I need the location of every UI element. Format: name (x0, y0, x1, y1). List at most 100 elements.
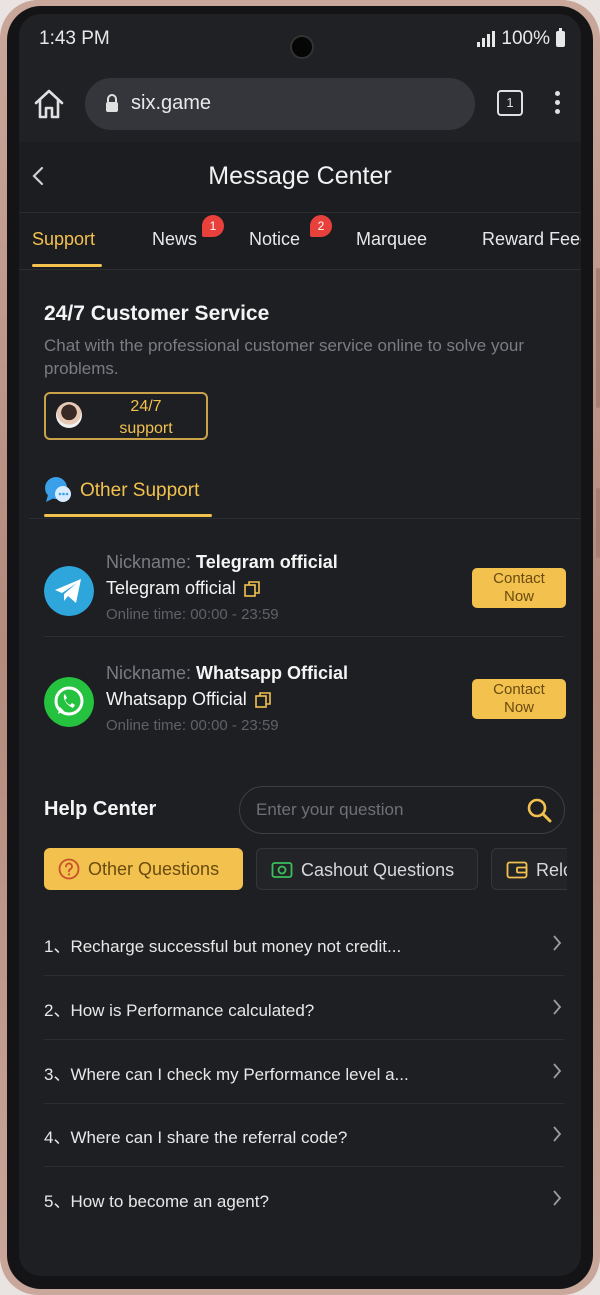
wallet-icon (506, 861, 528, 879)
category-relc[interactable]: Relc (491, 848, 567, 890)
online-time: Online time: 00:00 - 23:59 (106, 606, 279, 623)
telegram-icon (44, 566, 94, 616)
whatsapp-icon (44, 677, 94, 727)
chat-bubble-icon (45, 477, 71, 502)
notice-badge: 2 (310, 215, 332, 237)
online-time: Online time: 00:00 - 23:59 (106, 717, 279, 734)
contact-name: Telegram official (106, 578, 260, 599)
faq-question: 3、Where can I check my Performance level… (44, 1065, 409, 1084)
home-icon[interactable] (31, 86, 67, 122)
screen: 1:43 PM 100% six.game 1 Message Center S… (19, 14, 581, 1276)
battery-percent: 100% (501, 28, 550, 49)
battery-icon (556, 28, 565, 47)
contact-nickname: Nickname: Whatsapp Official (106, 663, 348, 684)
support-label-line2: support (119, 420, 173, 437)
divider (29, 518, 581, 519)
tab-reward-feed[interactable]: Reward Feed (482, 229, 581, 250)
faq-question: 2、How is Performance calculated? (44, 1001, 315, 1020)
faq-question: 4、Where can I share the referral code? (44, 1128, 348, 1147)
browser-menu-icon[interactable] (553, 88, 561, 118)
help-search-input[interactable] (254, 797, 518, 823)
page-title: Message Center (208, 162, 392, 190)
volume-button (596, 268, 600, 408)
nickname-prefix: Nickname: (106, 552, 192, 572)
browser-toolbar: six.game 1 (19, 72, 581, 134)
status-bar: 1:43 PM 100% (19, 14, 581, 64)
cashout-icon (271, 862, 293, 878)
faq-item[interactable]: 5、How to become an agent? (44, 1167, 564, 1230)
faq-item[interactable]: 1、Recharge successful but money not cred… (44, 912, 564, 976)
copy-icon[interactable] (243, 580, 260, 597)
message-center-page: Message Center Support News 1 Notice 2 M… (19, 142, 581, 1276)
contact-now-button[interactable]: Contact Now (472, 679, 566, 719)
faq-question: 1、Recharge successful but money not cred… (44, 937, 402, 956)
customer-service-description: Chat with the professional customer serv… (44, 336, 525, 378)
search-icon[interactable] (526, 797, 552, 823)
contact-label-line2: Now (503, 588, 534, 605)
chevron-right-icon (553, 1126, 562, 1142)
signal-icon (477, 31, 496, 47)
tab-marquee[interactable]: Marquee (356, 229, 427, 250)
front-camera (290, 35, 314, 59)
chevron-right-icon (553, 999, 562, 1015)
lock-icon (106, 94, 118, 112)
faq-item[interactable]: 3、Where can I check my Performance level… (44, 1040, 564, 1104)
tab-notice[interactable]: Notice (249, 229, 300, 250)
status-time: 1:43 PM (39, 28, 110, 49)
category-other-questions[interactable]: Other Questions (44, 848, 243, 890)
support-button-label: 24/7 support (92, 396, 200, 440)
nickname-prefix: Nickname: (106, 663, 192, 683)
message-tabs: Support News 1 Notice 2 Marquee Reward F… (19, 212, 581, 270)
support-label-line1: 24/7 (130, 398, 162, 415)
phone-body: 1:43 PM 100% six.game 1 Message Center S… (7, 6, 593, 1289)
contact-label-line1: Contact (493, 681, 545, 698)
support-content: 24/7 Customer Service Chat with the prof… (19, 270, 581, 1276)
contact-now-button[interactable]: Contact Now (472, 568, 566, 608)
other-support-label: Other Support (80, 480, 200, 501)
question-categories: Other Questions Cashout Questions Rel (19, 848, 567, 892)
help-center-title: Help Center (44, 798, 157, 820)
active-tab-indicator (32, 264, 102, 267)
category-label: Other Questions (88, 859, 220, 879)
tab-support[interactable]: Support (32, 229, 95, 250)
contact-nickname: Nickname: Telegram official (106, 552, 338, 573)
contact-name-text: Telegram official (106, 578, 236, 598)
contact-item-whatsapp: Nickname: Whatsapp Official Whatsapp Off… (44, 659, 566, 769)
category-label: Cashout Questions (301, 860, 455, 880)
contact-label-line2: Now (503, 699, 534, 716)
page-header: Message Center (19, 142, 581, 212)
contact-name-text: Whatsapp Official (106, 689, 247, 709)
contact-item-telegram: Nickname: Telegram official Telegram off… (44, 548, 566, 658)
live-support-button[interactable]: 24/7 support (44, 392, 208, 440)
url-text: six.game (131, 92, 212, 114)
help-search-box (239, 786, 565, 834)
online-value: 00:00 - 23:59 (190, 717, 279, 734)
contact-label-line1: Contact (493, 570, 545, 587)
chevron-right-icon (553, 935, 562, 951)
contact-name: Whatsapp Official (106, 689, 271, 710)
category-label: Relc (536, 860, 567, 880)
question-icon (58, 858, 80, 880)
chevron-right-icon (553, 1190, 562, 1206)
category-cashout-questions[interactable]: Cashout Questions (256, 848, 478, 890)
status-right: 100% (477, 28, 565, 50)
copy-icon[interactable] (254, 691, 271, 708)
online-prefix: Online time: (106, 717, 187, 734)
tab-news[interactable]: News (152, 229, 197, 250)
agent-avatar (56, 402, 82, 428)
chevron-right-icon (553, 1063, 562, 1079)
online-value: 00:00 - 23:59 (190, 606, 279, 623)
tab-switcher-button[interactable]: 1 (497, 90, 523, 116)
faq-question: 5、How to become an agent? (44, 1192, 269, 1211)
power-button (596, 488, 600, 558)
nickname-value: Whatsapp Official (196, 663, 349, 683)
news-badge: 1 (202, 215, 224, 237)
other-support-tab[interactable]: Other Support (44, 476, 214, 516)
divider (44, 636, 564, 637)
nickname-value: Telegram official (196, 552, 338, 572)
other-support-indicator (44, 514, 212, 517)
faq-item[interactable]: 2、How is Performance calculated? (44, 976, 564, 1040)
online-prefix: Online time: (106, 606, 187, 623)
address-bar[interactable]: six.game (85, 78, 475, 130)
faq-item[interactable]: 4、Where can I share the referral code? (44, 1103, 564, 1167)
